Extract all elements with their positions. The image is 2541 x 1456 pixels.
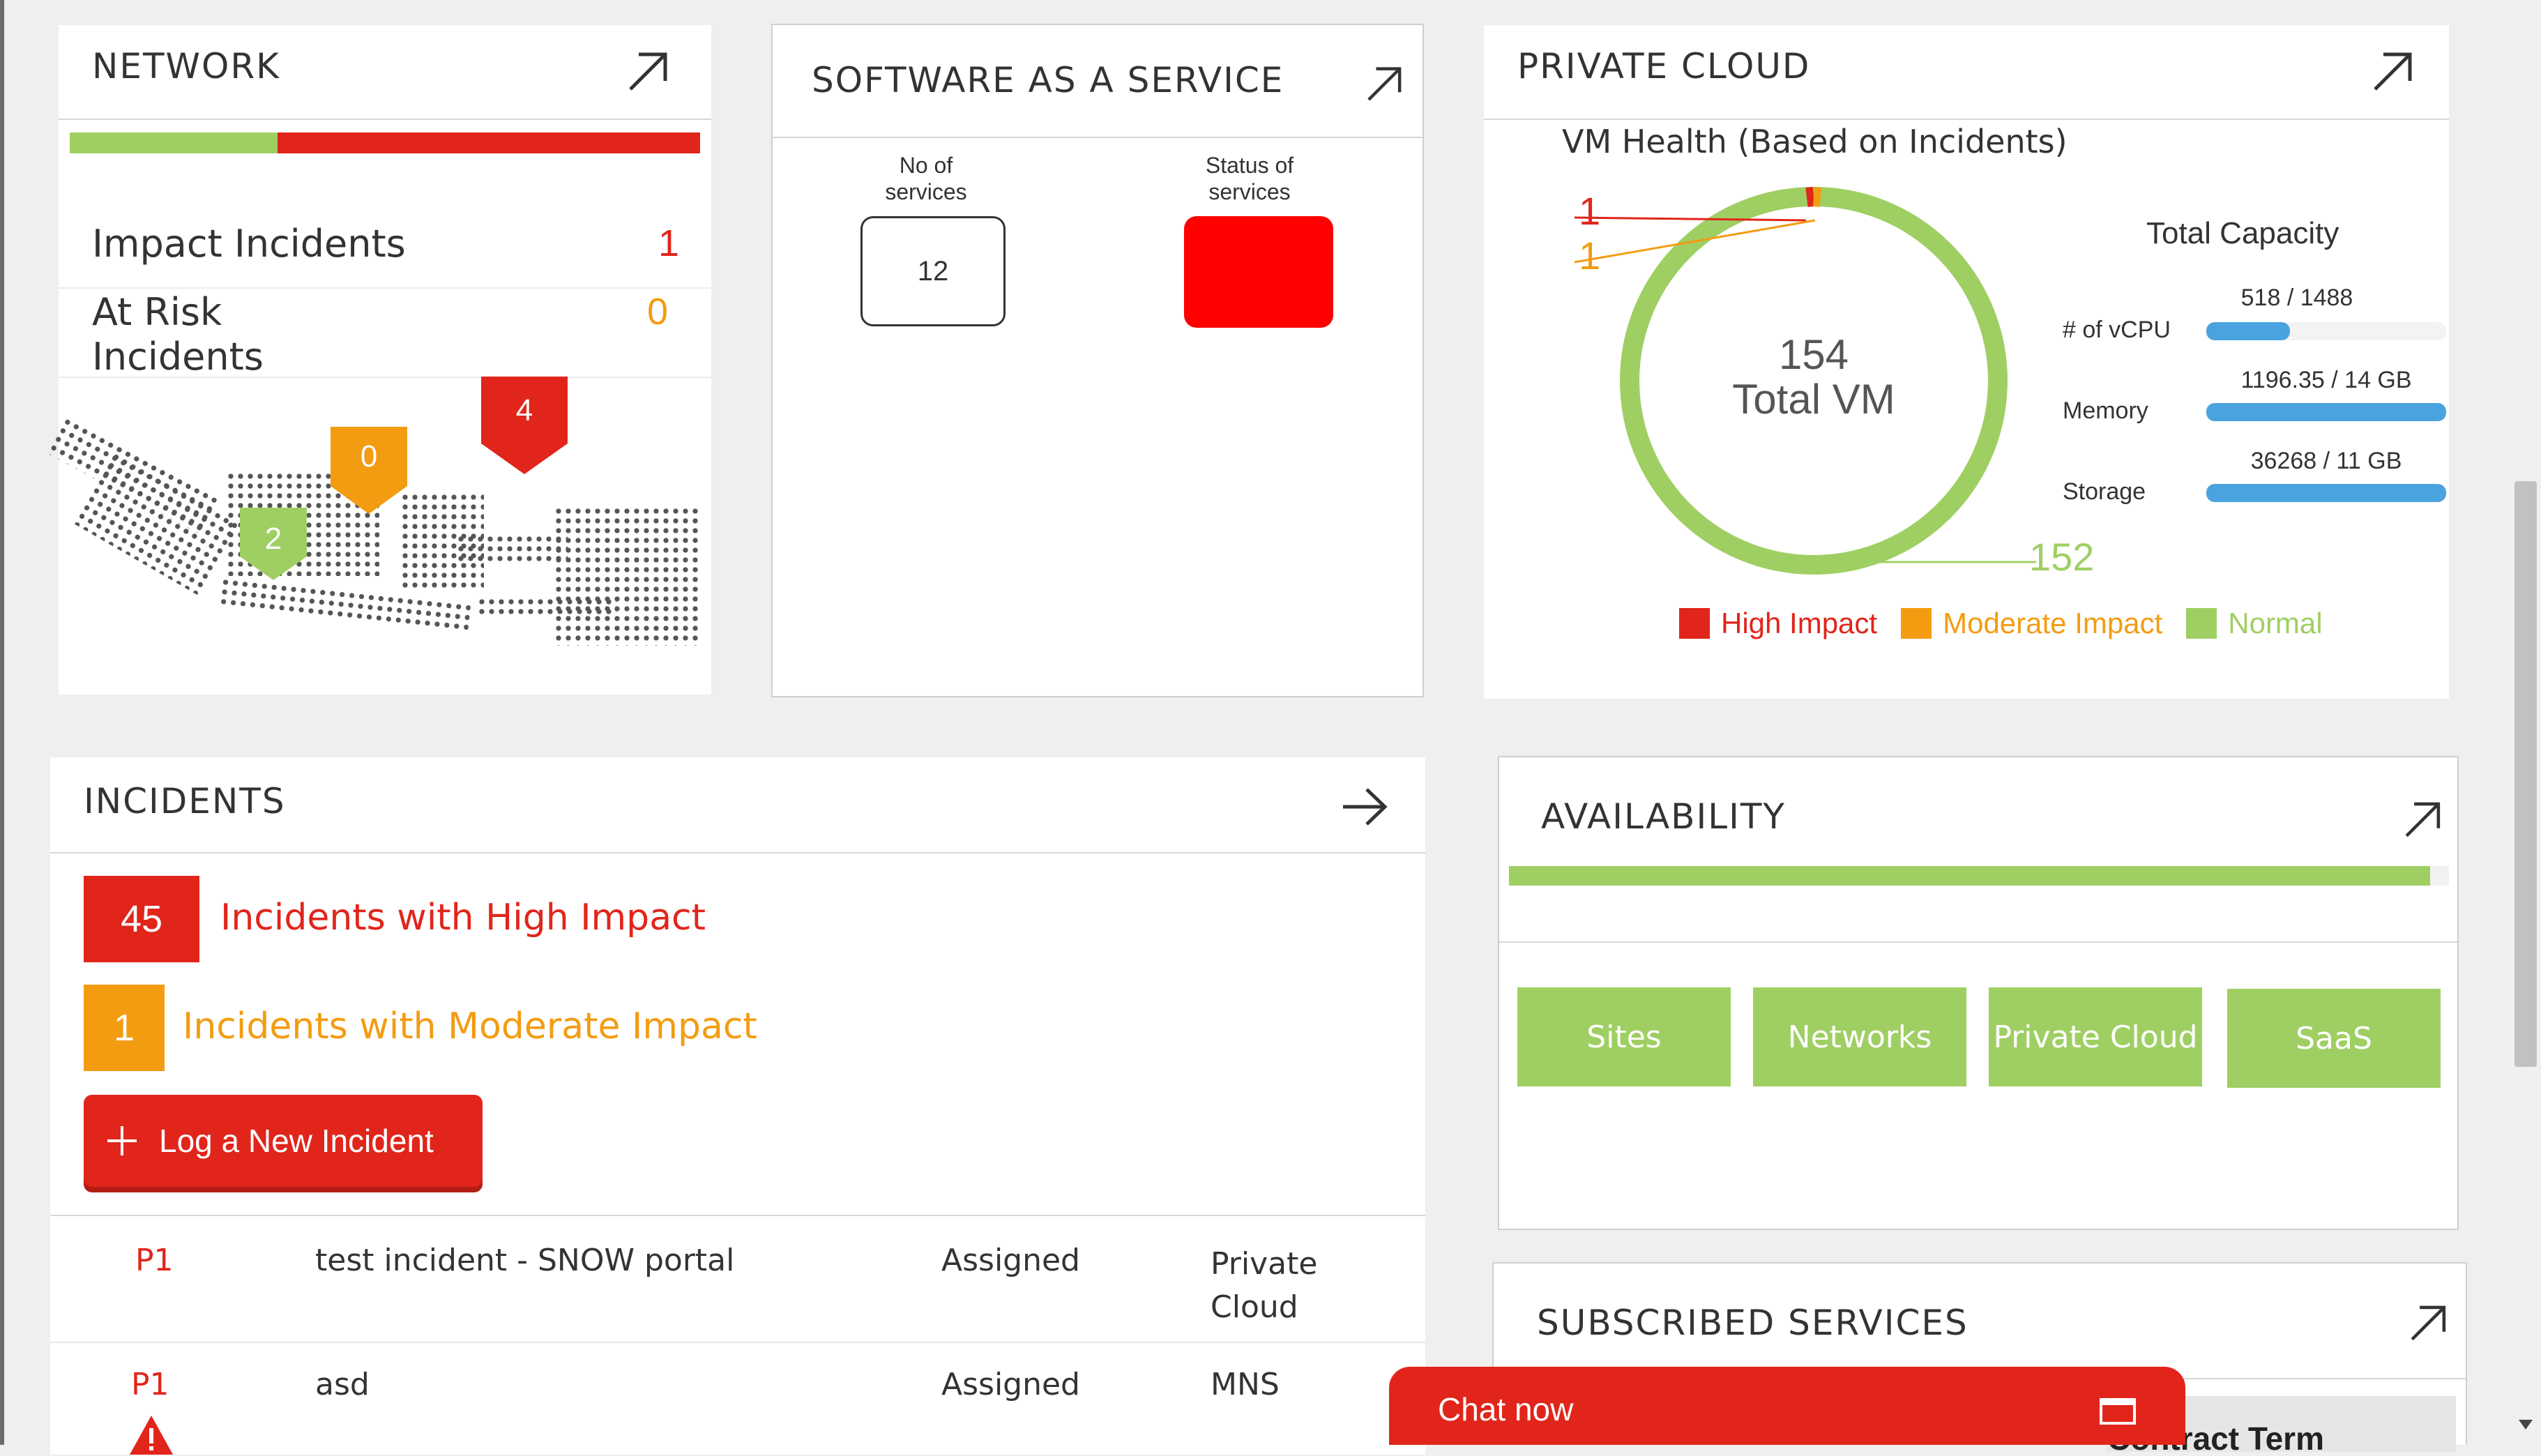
private-cloud-card: PRIVATE CLOUD VM Health (Based on Incide… xyxy=(1484,25,2449,699)
callout-high-value: 1 xyxy=(1579,189,1601,233)
capacity-bar-fill xyxy=(2206,403,2446,421)
donut-legend: High Impact Moderate Impact Normal xyxy=(1679,607,2323,640)
capacity-storage-label: Storage xyxy=(2063,478,2146,505)
moderate-impact-count-badge[interactable]: 1 xyxy=(84,985,165,1071)
availability-private-cloud-button[interactable]: Private Cloud xyxy=(1989,987,2202,1086)
expand-arrow-icon[interactable] xyxy=(2406,1300,2450,1344)
scroll-down-icon[interactable] xyxy=(2517,1417,2534,1431)
callout-line-high xyxy=(1574,216,1807,222)
incident-service: Private Cloud xyxy=(1211,1246,1318,1325)
map-marker-value: 4 xyxy=(515,393,533,427)
callout-normal-value: 152 xyxy=(2029,535,2095,579)
donut-center-value: 154 xyxy=(1778,331,1849,378)
incident-title[interactable]: test incident - SNOW portal xyxy=(315,1243,734,1278)
capacity-vcpu-value: 518 / 1488 xyxy=(2240,285,2353,311)
saas-card: SOFTWARE AS A SERVICE No of services Sta… xyxy=(771,24,1424,697)
capacity-vcpu-label: # of vCPU xyxy=(2063,317,2171,343)
incident-title[interactable]: asd xyxy=(315,1367,370,1402)
map-marker-value: 2 xyxy=(264,522,282,556)
callout-line-moderate xyxy=(1574,219,1816,264)
legend-normal[interactable]: Normal xyxy=(2186,607,2323,640)
table-row[interactable]: P1 asd Assigned MNS xyxy=(50,1343,1425,1455)
services-count-header: No of services xyxy=(885,153,967,204)
left-edge-border xyxy=(0,0,4,1445)
maximize-icon[interactable] xyxy=(2099,1397,2137,1425)
donut-center-label: Total VM xyxy=(1732,376,1895,423)
capacity-vcpu-bar xyxy=(2206,322,2446,340)
availability-bar-fill xyxy=(1509,866,2431,886)
availability-title: AVAILABILITY xyxy=(1541,796,1786,837)
incident-status: Assigned xyxy=(941,1243,1080,1278)
legend-swatch xyxy=(1901,608,1932,639)
availability-saas-button[interactable]: SaaS xyxy=(2227,989,2441,1088)
legend-high-impact[interactable]: High Impact xyxy=(1679,607,1877,640)
warning-icon xyxy=(130,1416,173,1455)
plus-icon xyxy=(107,1126,137,1155)
table-row[interactable]: P1 test incident - SNOW portal Assigned … xyxy=(50,1216,1425,1342)
availability-networks-button[interactable]: Networks xyxy=(1753,987,1966,1086)
log-new-incident-button[interactable]: Log a New Incident xyxy=(84,1095,483,1187)
services-status-header: Status of services xyxy=(1205,153,1294,204)
capacity-storage-value: 36268 / 11 GB xyxy=(2250,448,2402,474)
network-title: NETWORK xyxy=(92,46,280,86)
capacity-bar-fill xyxy=(2206,322,2291,340)
legend-swatch xyxy=(1679,608,1710,639)
incident-service: MNS xyxy=(1211,1367,1280,1402)
incident-status: Assigned xyxy=(941,1367,1080,1402)
saas-title: SOFTWARE AS A SERVICE xyxy=(812,60,1284,100)
incident-priority: P1 xyxy=(135,1243,174,1278)
chat-now-label: Chat now xyxy=(1438,1391,1574,1427)
availability-bar xyxy=(1509,866,2449,886)
high-impact-link[interactable]: Incidents with High Impact xyxy=(220,897,706,939)
legend-moderate-impact[interactable]: Moderate Impact xyxy=(1901,607,2162,640)
expand-arrow-icon[interactable] xyxy=(2368,46,2417,95)
map-marker-value: 0 xyxy=(360,439,378,473)
map-marker-orange[interactable]: 0 xyxy=(331,427,407,517)
impact-incidents-value: 1 xyxy=(658,222,680,264)
scrollbar-thumb[interactable] xyxy=(2515,481,2537,1067)
network-card: NETWORK Impact Incidents 1 At Risk Incid… xyxy=(45,25,711,695)
capacity-memory-label: Memory xyxy=(2063,397,2148,424)
at-risk-value: 0 xyxy=(647,291,669,333)
network-health-bar-ok xyxy=(70,132,278,153)
vertical-scrollbar[interactable] xyxy=(2510,0,2541,1445)
chat-now-widget[interactable]: Chat now xyxy=(1389,1367,2185,1445)
availability-card: AVAILABILITY Sites Networks Private Clou… xyxy=(1498,756,2459,1230)
incident-priority: P1 xyxy=(131,1367,169,1402)
expand-arrow-icon[interactable] xyxy=(1363,61,1406,105)
capacity-bar-fill xyxy=(2206,484,2446,502)
network-map[interactable]: 0 4 2 xyxy=(45,377,704,681)
legend-swatch xyxy=(2186,608,2217,639)
availability-sites-button[interactable]: Sites xyxy=(1517,987,1731,1086)
arrow-right-icon[interactable] xyxy=(1340,782,1389,831)
network-health-bar xyxy=(70,132,700,153)
subscribed-services-title: SUBSCRIBED SERVICES xyxy=(1537,1303,1969,1343)
private-cloud-title: PRIVATE CLOUD xyxy=(1517,46,1811,86)
services-count-box[interactable]: 12 xyxy=(860,216,1006,326)
high-impact-count-badge[interactable]: 45 xyxy=(84,876,199,962)
capacity-memory-bar xyxy=(2206,403,2446,421)
moderate-impact-link[interactable]: Incidents with Moderate Impact xyxy=(183,1006,757,1047)
capacity-storage-bar xyxy=(2206,484,2446,502)
impact-incidents-label: Impact Incidents xyxy=(92,222,406,266)
at-risk-label: At Risk Incidents xyxy=(92,290,264,379)
expand-arrow-icon[interactable] xyxy=(623,46,672,95)
capacity-memory-value: 1196.35 / 14 GB xyxy=(2240,367,2412,393)
incidents-card: INCIDENTS 45 Incidents with High Impact … xyxy=(50,757,1425,1455)
total-capacity-label: Total Capacity xyxy=(2146,216,2339,250)
map-marker-green[interactable]: 2 xyxy=(240,508,307,582)
services-status-box[interactable] xyxy=(1184,216,1333,328)
callout-moderate-value: 1 xyxy=(1579,234,1601,278)
map-marker-red[interactable]: 4 xyxy=(481,377,568,478)
expand-arrow-icon[interactable] xyxy=(2400,796,2445,841)
incidents-title: INCIDENTS xyxy=(84,781,286,821)
